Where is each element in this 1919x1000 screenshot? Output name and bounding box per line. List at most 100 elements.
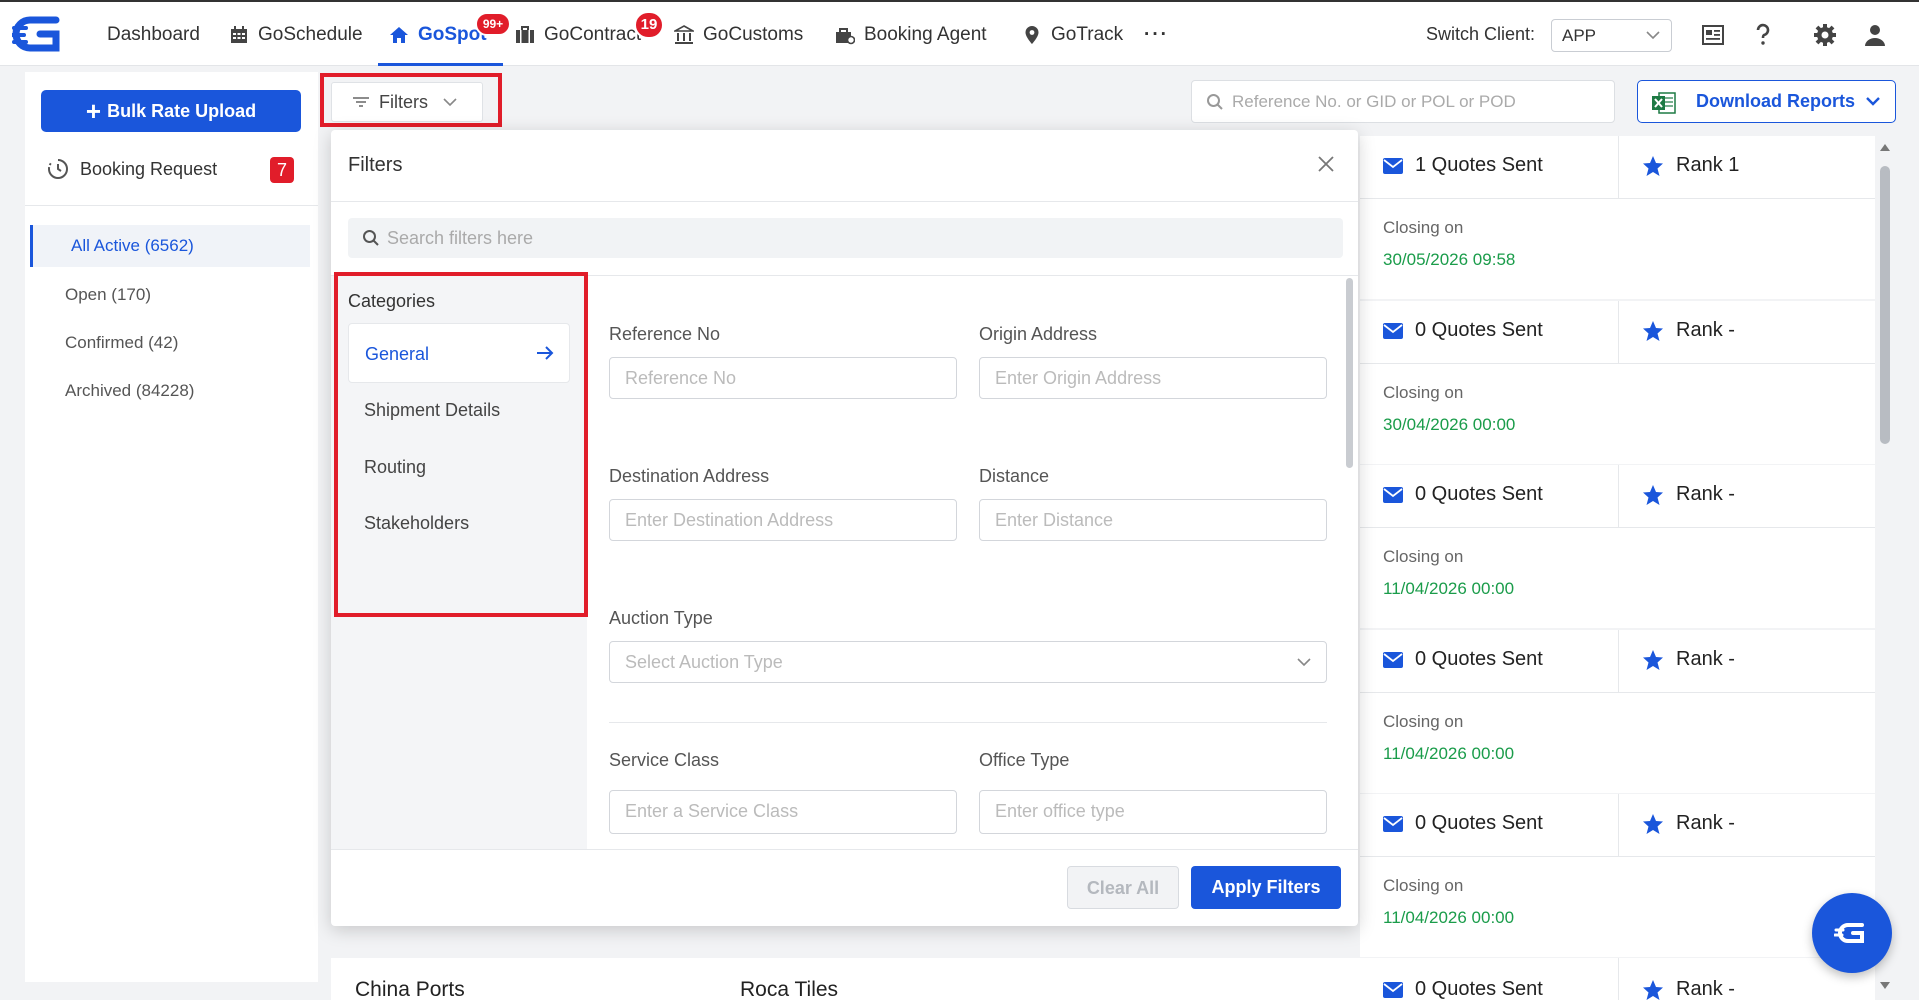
origin-address-input[interactable]: Enter Origin Address xyxy=(979,357,1327,399)
closing-label: Closing on xyxy=(1383,712,1464,731)
nav-gospot[interactable]: GoSpot xyxy=(389,22,487,48)
sidebar-item-open[interactable]: Open (170) xyxy=(30,274,310,316)
quotes-sent: 0 Quotes Sent xyxy=(1383,483,1543,506)
rfq-card[interactable]: 0 Quotes Sent Rank - Closing on 30/04/20… xyxy=(1360,301,1875,464)
top-navigation-bar: Dashboard GoSchedule GoSpot 99+ GoContra… xyxy=(0,0,1919,66)
office-type-placeholder: Enter office type xyxy=(995,801,1125,821)
quotes-sent-text: 0 Quotes Sent xyxy=(1415,483,1543,505)
help-icon[interactable] xyxy=(1750,22,1776,48)
service-class-input[interactable]: Enter a Service Class xyxy=(609,790,957,834)
service-class-placeholder: Enter a Service Class xyxy=(625,801,799,821)
nav-gocustoms-label: GoCustoms xyxy=(703,24,804,45)
nav-goschedule-label: GoSchedule xyxy=(258,24,363,45)
switch-client-select[interactable]: APP xyxy=(1551,19,1672,52)
filter-search-placeholder: Search filters here xyxy=(387,228,534,248)
rank-text: Rank - xyxy=(1676,648,1735,670)
clear-all-button[interactable]: Clear All xyxy=(1067,866,1179,909)
nav-dashboard[interactable]: Dashboard xyxy=(107,22,200,48)
gocontract-badge: 19 xyxy=(634,11,664,39)
card-divider xyxy=(1360,856,1875,857)
origin-address-placeholder: Enter Origin Address xyxy=(995,368,1162,388)
shipper-name: Roca Tiles xyxy=(740,978,839,1000)
modal-scrollbar-thumb[interactable] xyxy=(1346,278,1353,468)
briefcase-icon xyxy=(516,26,534,43)
card-divider xyxy=(1618,301,1619,363)
quotes-sent: 0 Quotes Sent xyxy=(1383,978,1543,1000)
distance-input[interactable]: Enter Distance xyxy=(979,499,1327,541)
filters-modal-title: Filters xyxy=(348,154,403,176)
envelope-icon xyxy=(1383,486,1403,503)
quotes-sent-text: 1 Quotes Sent xyxy=(1415,154,1543,176)
destination-address-placeholder: Enter Destination Address xyxy=(625,510,834,530)
calendar-icon xyxy=(231,26,247,43)
page-scrollbar[interactable] xyxy=(1876,136,1894,1000)
rank: Rank - xyxy=(1642,648,1735,671)
quotes-sent: 0 Quotes Sent xyxy=(1383,648,1543,671)
download-reports-button[interactable]: Download Reports xyxy=(1637,80,1896,123)
customs-building-icon xyxy=(674,25,694,44)
apply-filters-button[interactable]: Apply Filters xyxy=(1191,866,1341,909)
scroll-down-arrow-icon[interactable] xyxy=(1879,981,1891,991)
gocomet-logo-icon xyxy=(1834,923,1864,943)
closing-date: 30/05/2026 09:58 xyxy=(1383,250,1516,269)
gear-icon[interactable] xyxy=(1812,22,1838,48)
destination-address-input[interactable]: Enter Destination Address xyxy=(609,499,957,541)
rfq-card-partial[interactable]: 0 Quotes Sent Rank - xyxy=(1360,958,1875,1000)
reference-search-input[interactable]: Reference No. or GID or POL or POD xyxy=(1191,80,1615,123)
sidebar-item-archived[interactable]: Archived (84228) xyxy=(30,370,310,412)
quotes-sent-text: 0 Quotes Sent xyxy=(1415,648,1543,670)
origin-address-label: Origin Address xyxy=(979,324,1098,344)
closing-label: Closing on xyxy=(1383,383,1464,402)
filter-search-input[interactable]: Search filters here xyxy=(348,218,1343,258)
rfq-card[interactable]: 0 Quotes Sent Rank - Closing on 11/04/20… xyxy=(1360,794,1875,957)
gocomet-logo[interactable] xyxy=(12,14,70,54)
highlight-box-filters xyxy=(320,73,502,127)
rfq-row-partial[interactable]: China Ports Roca Tiles xyxy=(331,958,1361,1000)
modal-divider xyxy=(331,201,1358,202)
form-divider xyxy=(609,722,1327,723)
closing-date: 11/04/2026 00:00 xyxy=(1383,579,1515,598)
sidebar-item-confirmed[interactable]: Confirmed (42) xyxy=(30,322,310,364)
star-icon xyxy=(1643,320,1663,341)
closing-label: Closing on xyxy=(1383,876,1464,895)
rank-text: Rank - xyxy=(1676,812,1735,834)
reference-no-input[interactable]: Reference No xyxy=(609,357,957,399)
rfq-card[interactable]: 0 Quotes Sent Rank - Closing on 11/04/20… xyxy=(1360,465,1875,628)
nav-gocustoms[interactable]: GoCustoms xyxy=(674,22,803,48)
search-icon xyxy=(1207,94,1223,110)
rfq-card[interactable]: 1 Quotes Sent Rank 1 Closing on 30/05/20… xyxy=(1360,136,1875,299)
reference-no-label: Reference No xyxy=(609,324,721,344)
close-icon[interactable] xyxy=(1316,154,1336,174)
chat-assistant-button[interactable] xyxy=(1812,893,1892,973)
bulk-rate-upload-button[interactable]: + Bulk Rate Upload xyxy=(41,90,301,132)
rank: Rank 1 xyxy=(1642,154,1739,177)
nav-booking-agent[interactable]: Booking Agent xyxy=(835,22,987,48)
scroll-up-arrow-icon[interactable] xyxy=(1879,142,1891,152)
user-avatar-icon[interactable] xyxy=(1862,22,1888,48)
star-icon xyxy=(1643,979,1663,1000)
nav-gotrack-label: GoTrack xyxy=(1051,24,1124,45)
excel-icon xyxy=(1652,92,1676,114)
nav-gocontract[interactable]: GoContract xyxy=(515,22,641,48)
more-menu-button[interactable]: ··· xyxy=(1144,22,1169,48)
rfq-card[interactable]: 0 Quotes Sent Rank - Closing on 11/04/20… xyxy=(1360,630,1875,793)
location-pin-icon xyxy=(1025,26,1039,44)
nav-goschedule[interactable]: GoSchedule xyxy=(229,22,363,48)
quotes-sent: 0 Quotes Sent xyxy=(1383,812,1543,835)
scrollbar-thumb[interactable] xyxy=(1880,166,1890,444)
star-icon xyxy=(1643,155,1663,176)
auction-type-select[interactable]: Select Auction Type xyxy=(609,641,1327,683)
nav-booking-agent-label: Booking Agent xyxy=(864,24,987,45)
nav-gotrack[interactable]: GoTrack xyxy=(1022,22,1123,48)
sidebar-item-all-active[interactable]: All Active (6562) xyxy=(30,225,310,267)
quotes-sent-text: 0 Quotes Sent xyxy=(1415,978,1543,1000)
news-icon[interactable] xyxy=(1700,22,1726,48)
port-group-name: China Ports xyxy=(355,978,465,1000)
booking-request-count-badge: 7 xyxy=(270,157,294,183)
card-divider xyxy=(1360,363,1875,364)
rank-text: Rank 1 xyxy=(1676,154,1740,176)
envelope-icon xyxy=(1383,981,1403,998)
booking-request-link[interactable]: Booking Request xyxy=(46,157,217,181)
nav-gocontract-label: GoContract xyxy=(544,24,642,45)
office-type-input[interactable]: Enter office type xyxy=(979,790,1327,834)
